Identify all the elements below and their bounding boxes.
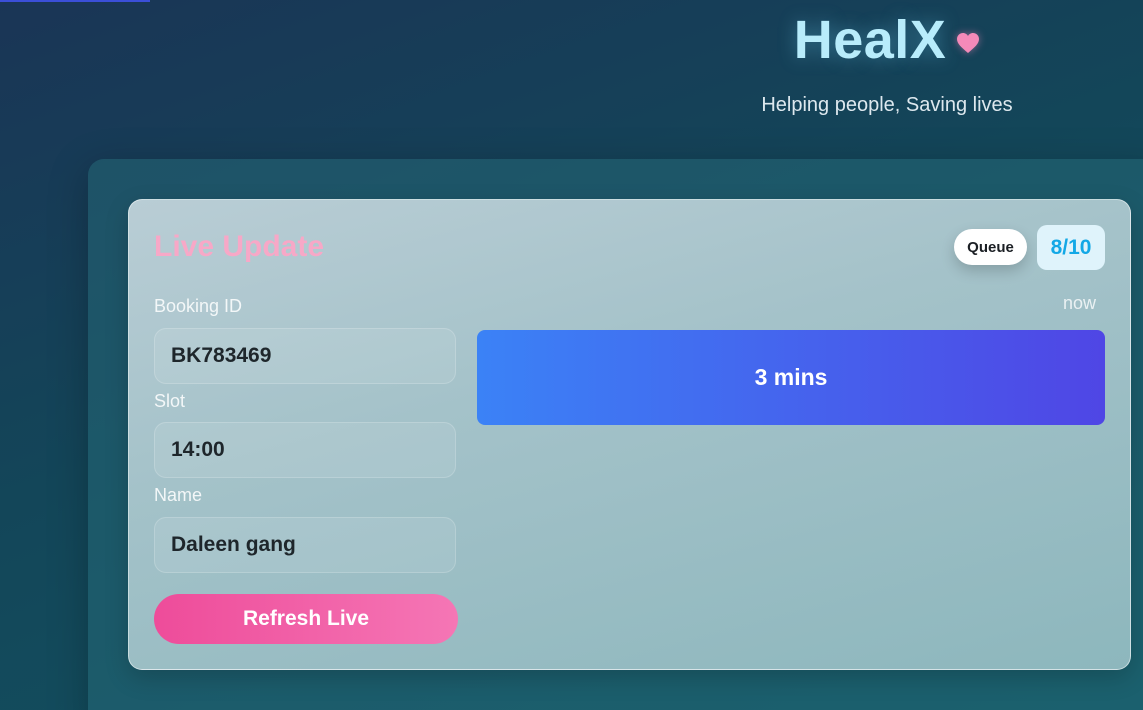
wait-time-banner: 3 mins [477,330,1105,425]
name-label: Name [154,485,203,505]
card-title: Live Update [154,230,325,263]
queue-badge: Queue [954,229,1027,265]
refresh-live-button[interactable]: Refresh Live [154,594,458,644]
queue-count-badge: 8/10 [1037,225,1105,270]
top-accent-line [0,0,150,2]
update-timestamp: now [1062,293,1096,313]
heart-icon [957,33,980,53]
slot-field[interactable]: 14:00 [154,422,456,478]
booking-id-label: Booking ID [154,296,243,316]
name-field[interactable]: Daleen gang [154,517,456,573]
slot-label: Slot [154,391,186,411]
booking-id-field[interactable]: BK783469 [154,328,456,384]
live-update-card: Live Update Queue 8/10 Booking ID BK7834… [128,199,1131,670]
brand-tagline: Helping people, Saving lives [761,94,1013,116]
brand-header: HealX Helping people, Saving lives [687,8,1087,117]
brand-title: HealX [793,10,947,70]
